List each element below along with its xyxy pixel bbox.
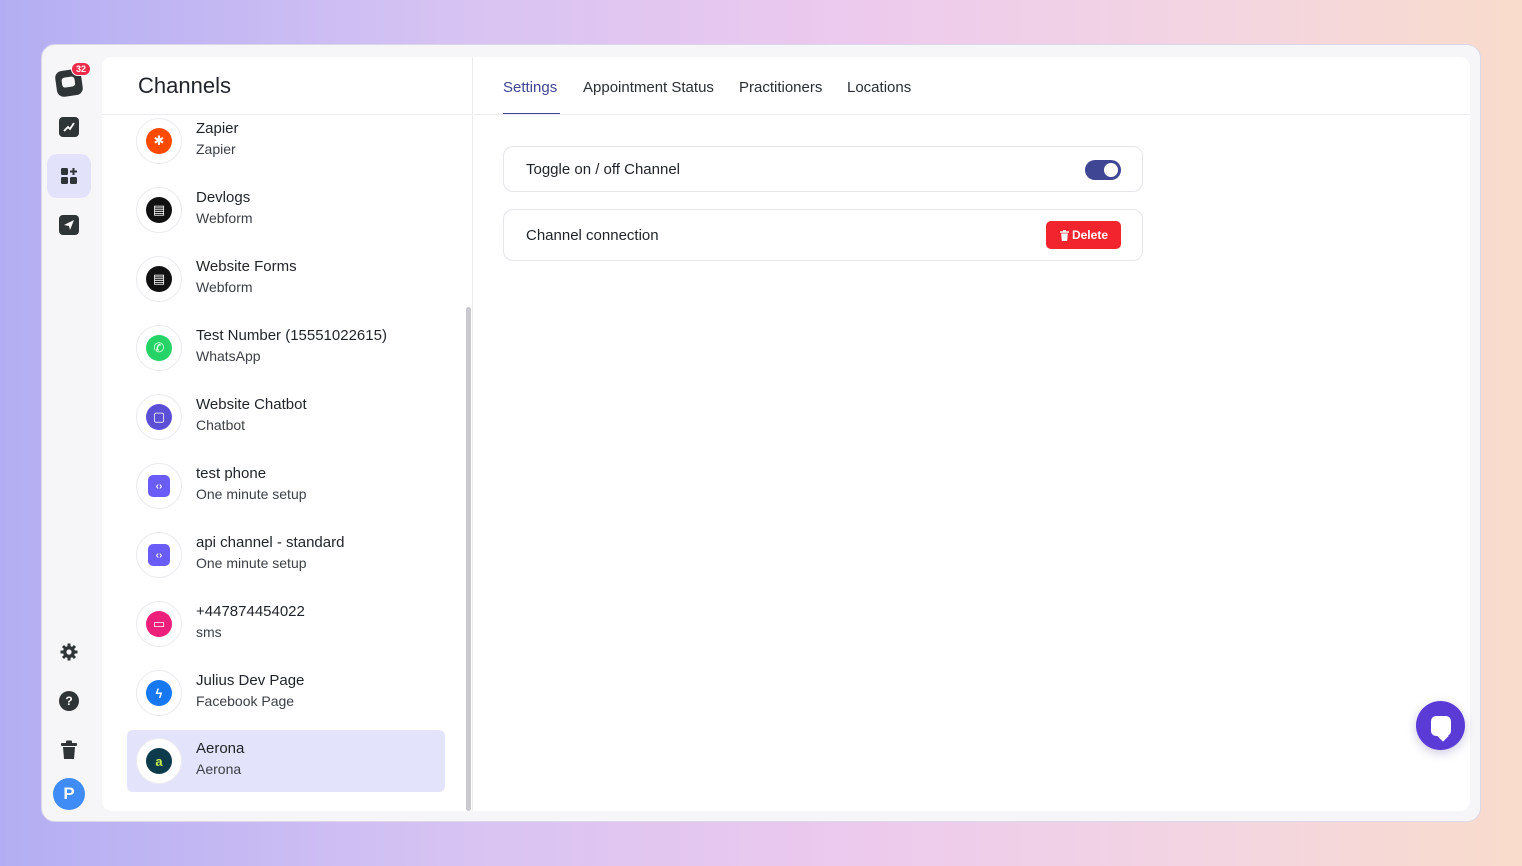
tab-appointment-status[interactable]: Appointment Status — [583, 79, 714, 96]
channel-name: test phone — [196, 465, 267, 482]
trash-icon — [61, 740, 77, 759]
icon-rail: 32 ? P — [42, 45, 98, 821]
trash-icon — [1059, 229, 1069, 241]
list-scrollbar[interactable] — [466, 307, 471, 811]
sms-icon: ▭ — [146, 611, 172, 637]
toggle-channel-label: Toggle on / off Channel — [526, 161, 681, 178]
divider — [474, 114, 1470, 115]
channel-type: WhatsApp — [196, 348, 261, 364]
channel-avatar: ‹› — [136, 532, 182, 578]
channel-type: One minute setup — [196, 486, 307, 502]
channel-name: Zapier — [196, 120, 239, 137]
channels-icon — [61, 168, 77, 184]
channel-avatar: ✱ — [136, 118, 182, 164]
channel-type: Webform — [196, 279, 253, 295]
channel-type: Webform — [196, 210, 253, 226]
delete-button[interactable]: Delete — [1045, 221, 1121, 249]
code-icon: ‹› — [148, 475, 170, 497]
aerona-icon: a — [146, 748, 172, 774]
campaigns-button[interactable] — [47, 203, 91, 247]
channel-item-aerona[interactable]: a Aerona Aerona — [127, 730, 445, 792]
channel-item-website-forms[interactable]: ▤ Website Forms Webform — [127, 248, 445, 310]
channel-type: Facebook Page — [196, 693, 295, 709]
channel-avatar: ▢ — [136, 394, 182, 440]
channel-avatar: ▭ — [136, 601, 182, 647]
channel-name: Julius Dev Page — [196, 672, 305, 689]
channel-name: Website Forms — [196, 258, 297, 275]
channel-list: Channels ✱ Zapier Zapier ▤ Devlogs Webfo… — [102, 57, 473, 811]
whatsapp-icon: ✆ — [146, 335, 172, 361]
channel-name: Aerona — [196, 740, 245, 757]
settings-button[interactable] — [47, 630, 91, 674]
notification-badge: 32 — [71, 62, 92, 76]
avatar: P — [53, 778, 85, 810]
channel-avatar: ▤ — [136, 256, 182, 302]
channel-connection-label: Channel connection — [526, 227, 659, 244]
send-icon — [59, 215, 79, 235]
channel-item-test-phone[interactable]: ‹› test phone One minute setup — [127, 455, 445, 517]
webform-icon: ▤ — [146, 197, 172, 223]
channel-avatar: ▤ — [136, 187, 182, 233]
help-button[interactable]: ? — [47, 679, 91, 723]
delete-label: Delete — [1071, 228, 1108, 242]
trash-button[interactable] — [47, 728, 91, 772]
channel-item-sms-number[interactable]: ▭ +447874454022 sms — [127, 593, 445, 655]
channel-toggle[interactable] — [1085, 160, 1121, 180]
channel-item-test-number[interactable]: ✆ Test Number (15551022615) WhatsApp — [127, 317, 445, 379]
channel-name: +447874454022 — [196, 603, 305, 620]
channel-item-api-channel[interactable]: ‹› api channel - standard One minute set… — [127, 524, 445, 586]
messenger-icon: ϟ — [146, 680, 172, 706]
inbox-logo-button[interactable]: 32 — [47, 61, 92, 105]
channel-avatar: ϟ — [136, 670, 182, 716]
main-panel: Channels ✱ Zapier Zapier ▤ Devlogs Webfo… — [102, 57, 1470, 811]
chat-support-button[interactable] — [1416, 701, 1465, 750]
channel-item-julius-dev-page[interactable]: ϟ Julius Dev Page Facebook Page — [127, 662, 445, 724]
channel-avatar: ‹› — [136, 463, 182, 509]
toggle-channel-card: Toggle on / off Channel — [503, 146, 1143, 192]
channel-detail: Settings Appointment Status Practitioner… — [474, 57, 1470, 811]
channel-type: One minute setup — [196, 555, 307, 571]
channel-type: Zapier — [196, 141, 236, 157]
analytics-button[interactable] — [47, 105, 91, 149]
user-avatar-button[interactable]: P — [47, 772, 91, 816]
channel-avatar: ✆ — [136, 325, 182, 371]
channel-name: Website Chatbot — [196, 396, 307, 413]
zapier-icon: ✱ — [146, 128, 172, 154]
channels-button[interactable] — [47, 154, 91, 198]
webform-icon: ▤ — [146, 266, 172, 292]
channel-avatar: a — [136, 738, 182, 784]
channel-item-website-chatbot[interactable]: ▢ Website Chatbot Chatbot — [127, 386, 445, 448]
chatbot-icon: ▢ — [146, 404, 172, 430]
channel-type: Aerona — [196, 761, 242, 777]
help-icon: ? — [59, 691, 79, 711]
channel-item-zapier[interactable]: ✱ Zapier Zapier — [127, 110, 445, 172]
channel-item-devlogs[interactable]: ▤ Devlogs Webform — [127, 179, 445, 241]
chat-bubble-icon — [1430, 715, 1451, 736]
channel-type: sms — [196, 624, 222, 640]
page-title: Channels — [138, 73, 231, 98]
analytics-icon — [59, 117, 79, 137]
app-window: 32 ? P Channels ✱ Zapier Zapier ▤ Devlog… — [41, 44, 1481, 822]
channel-name: Devlogs — [196, 189, 251, 206]
tab-practitioners[interactable]: Practitioners — [739, 79, 822, 96]
channel-connection-card: Channel connection Delete — [503, 209, 1143, 261]
tab-settings[interactable]: Settings — [503, 79, 557, 96]
channel-name: Test Number (15551022615) — [196, 327, 387, 344]
tab-locations[interactable]: Locations — [847, 79, 911, 96]
channel-type: Chatbot — [196, 417, 246, 433]
code-icon: ‹› — [148, 544, 170, 566]
channel-name: api channel - standard — [196, 534, 345, 551]
settings-icon — [60, 643, 78, 661]
